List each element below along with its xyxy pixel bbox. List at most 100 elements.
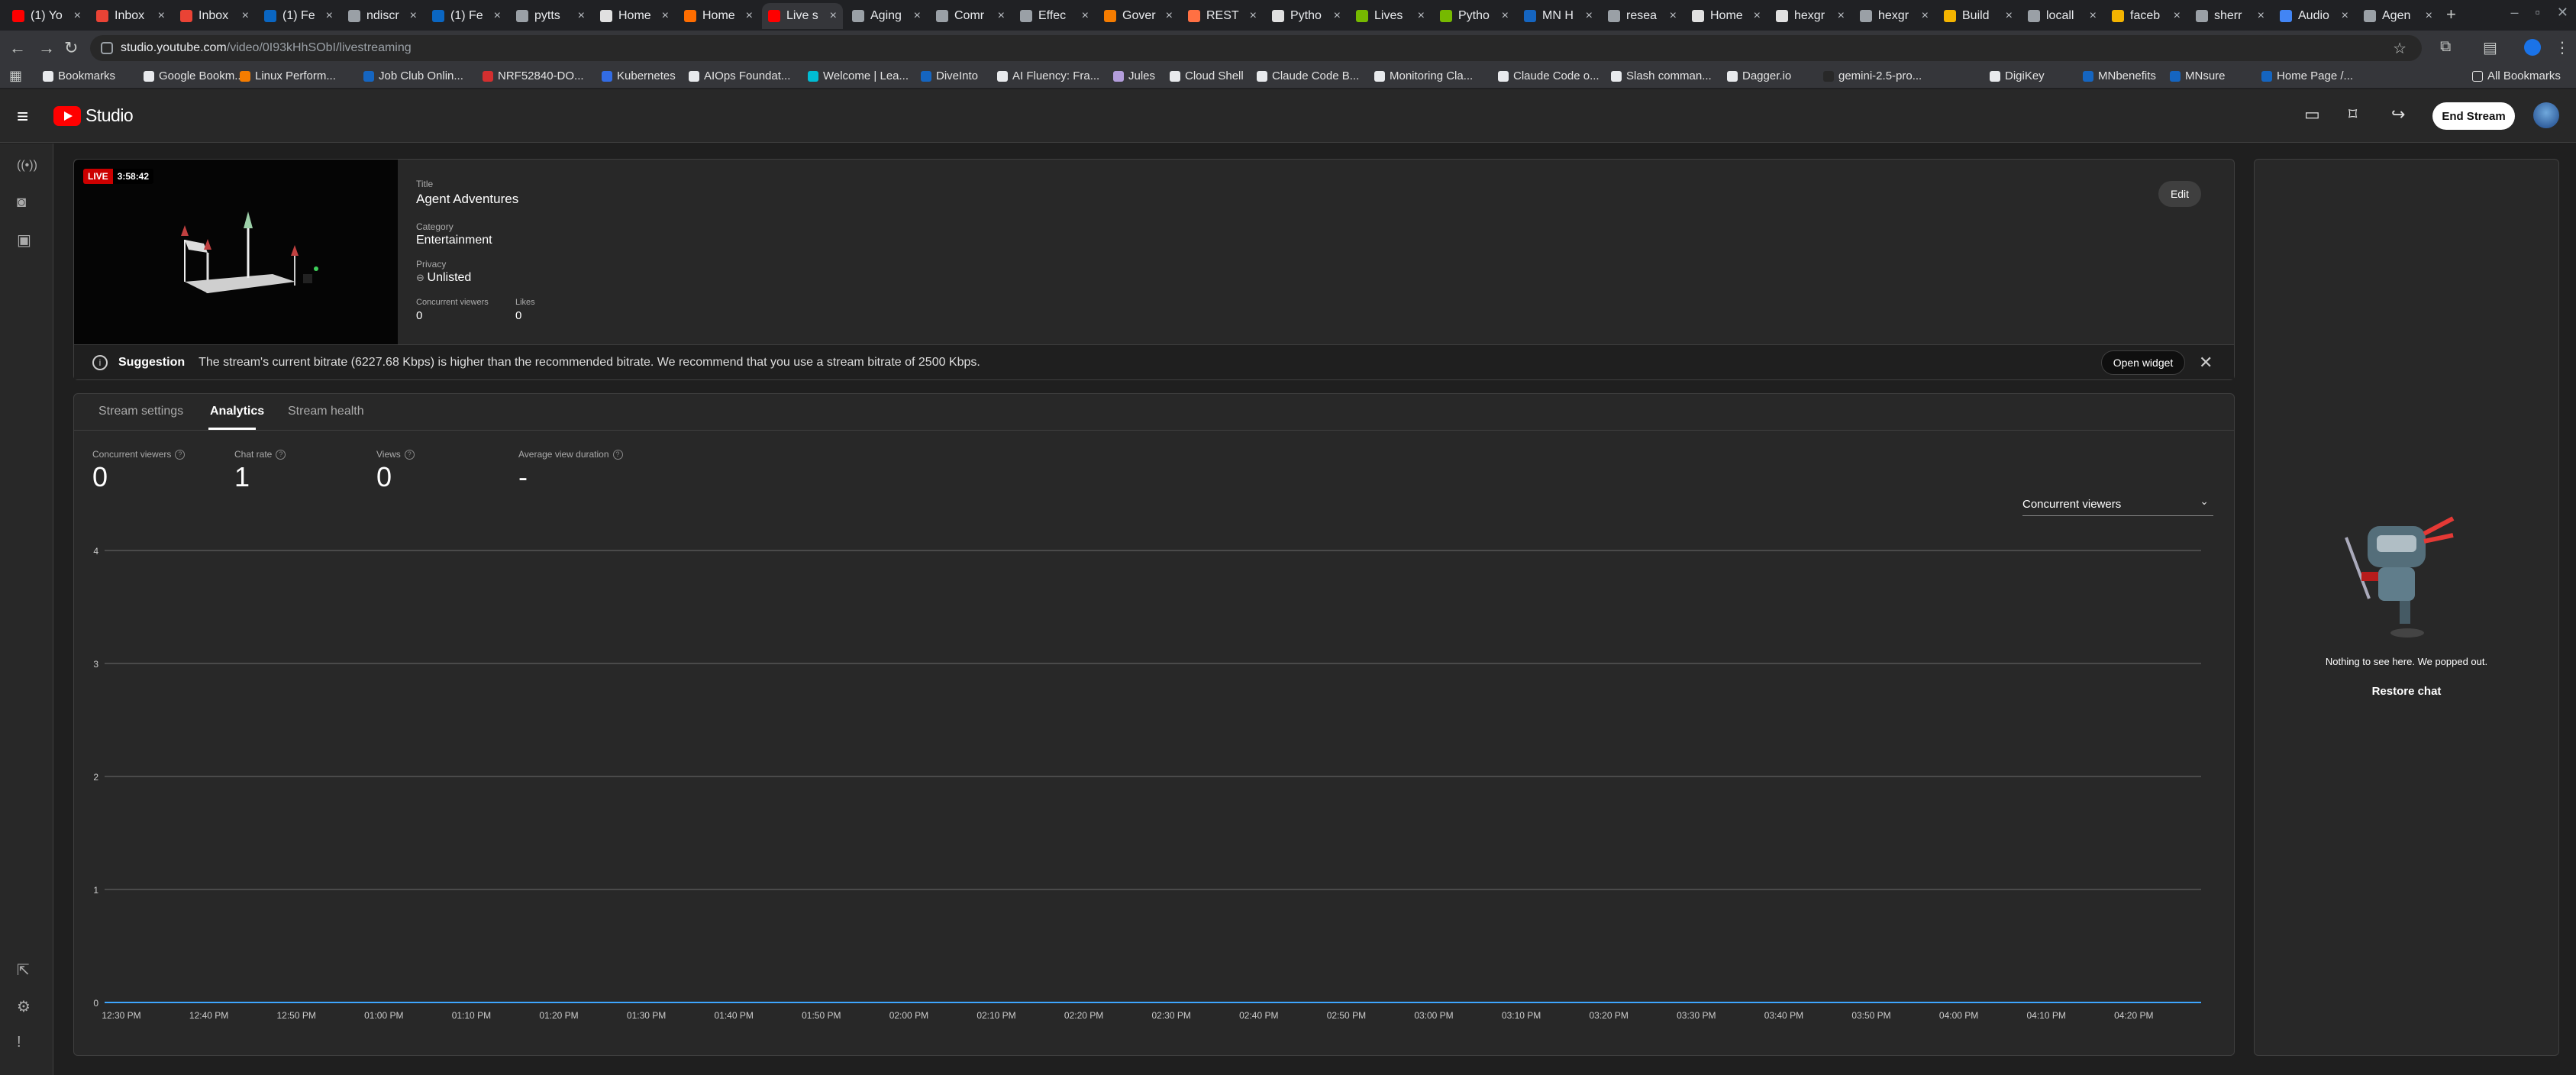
- bookmark-item[interactable]: Job Club Onlin...: [363, 69, 463, 82]
- address-bar[interactable]: studio.youtube.com/video/0I93kHhSObI/liv…: [90, 35, 2422, 61]
- close-icon[interactable]: ✕: [2199, 353, 2213, 373]
- browser-tab[interactable]: Inbox ×: [174, 3, 255, 29]
- tab-close-icon[interactable]: ×: [1754, 9, 1761, 23]
- browser-tab[interactable]: Lives ×: [1350, 3, 1431, 29]
- clapperboard-icon[interactable]: ▭: [2304, 105, 2320, 124]
- share-icon[interactable]: ↪: [2391, 105, 2405, 124]
- browser-tab[interactable]: Aging ×: [846, 3, 927, 29]
- sidepanel-icon[interactable]: ▤: [2483, 38, 2497, 57]
- camera-icon[interactable]: ◙: [17, 194, 26, 211]
- reload-icon[interactable]: ↻: [64, 38, 78, 58]
- browser-tab[interactable]: Live s ×: [762, 3, 843, 29]
- bookmark-item[interactable]: AI Fluency: Fra...: [997, 69, 1099, 82]
- browser-tab[interactable]: hexgr ×: [1770, 3, 1851, 29]
- bookmark-item[interactable]: Slash comman...: [1611, 69, 1712, 82]
- avatar[interactable]: [2533, 102, 2559, 128]
- tab-close-icon[interactable]: ×: [410, 9, 417, 23]
- forward-arrow-icon[interactable]: →: [38, 38, 55, 58]
- bookmark-item[interactable]: Jules: [1113, 69, 1155, 82]
- feedback-icon[interactable]: !: [17, 1034, 21, 1051]
- bookmark-item[interactable]: Linux Perform...: [240, 69, 336, 82]
- tab-close-icon[interactable]: ×: [662, 9, 669, 23]
- bookmark-item[interactable]: Claude Code o...: [1498, 69, 1600, 82]
- bookmark-item[interactable]: Bookmarks: [43, 69, 115, 82]
- browser-tab[interactable]: Home ×: [594, 3, 675, 29]
- bookmark-item[interactable]: Monitoring Cla...: [1374, 69, 1473, 82]
- bookmark-item[interactable]: Welcome | Lea...: [808, 69, 909, 82]
- browser-tab[interactable]: locall ×: [2022, 3, 2103, 29]
- calendar-icon[interactable]: ▣: [17, 231, 31, 250]
- external-link-icon[interactable]: ⇱: [17, 960, 30, 980]
- bookmark-item[interactable]: Google Bookm...: [144, 69, 244, 82]
- back-arrow-icon[interactable]: ←: [9, 38, 26, 58]
- bookmark-item[interactable]: Cloud Shell: [1170, 69, 1244, 82]
- tab-close-icon[interactable]: ×: [830, 9, 837, 23]
- bookmark-item[interactable]: DigiKey: [1990, 69, 2045, 82]
- bookmark-item[interactable]: DiveInto: [921, 69, 978, 82]
- bookmark-item[interactable]: Dagger.io: [1727, 69, 1791, 82]
- browser-tab[interactable]: REST ×: [1182, 3, 1263, 29]
- browser-tab[interactable]: Gover ×: [1098, 3, 1179, 29]
- tab-close-icon[interactable]: ×: [2090, 9, 2097, 23]
- tab-close-icon[interactable]: ×: [494, 9, 501, 23]
- bookmark-icon[interactable]: ⌑: [2348, 105, 2357, 124]
- apps-grid-icon[interactable]: ▦: [9, 68, 22, 84]
- tab-close-icon[interactable]: ×: [242, 9, 249, 23]
- browser-tab[interactable]: Agen ×: [2358, 3, 2439, 29]
- browser-tab[interactable]: faceb ×: [2106, 3, 2187, 29]
- tab-close-icon[interactable]: ×: [998, 9, 1005, 23]
- menu-dots-icon[interactable]: ⋮: [2555, 38, 2570, 57]
- tab-close-icon[interactable]: ×: [2258, 9, 2264, 23]
- tab-close-icon[interactable]: ×: [74, 9, 81, 23]
- tab-close-icon[interactable]: ×: [1670, 9, 1677, 23]
- browser-tab[interactable]: resea ×: [1602, 3, 1683, 29]
- youtube-studio-logo[interactable]: Studio: [53, 105, 134, 126]
- tab-close-icon[interactable]: ×: [2006, 9, 2013, 23]
- tab-close-icon[interactable]: ×: [1586, 9, 1593, 23]
- bookmark-item[interactable]: Claude Code B...: [1257, 69, 1359, 82]
- browser-tab[interactable]: hexgr ×: [1854, 3, 1935, 29]
- tab-close-icon[interactable]: ×: [1838, 9, 1845, 23]
- tab-close-icon[interactable]: ×: [746, 9, 753, 23]
- tab-close-icon[interactable]: ×: [914, 9, 921, 23]
- browser-tab[interactable]: Pytho ×: [1434, 3, 1515, 29]
- bookmark-item[interactable]: gemini-2.5-pro...: [1823, 69, 1922, 82]
- browser-tab[interactable]: Effec ×: [1014, 3, 1095, 29]
- tab-close-icon[interactable]: ×: [2342, 9, 2348, 23]
- browser-tab[interactable]: Inbox ×: [90, 3, 171, 29]
- tab-close-icon[interactable]: ×: [2426, 9, 2432, 23]
- tab-close-icon[interactable]: ×: [326, 9, 333, 23]
- stream-preview[interactable]: LIVE 3:58:42: [74, 160, 398, 344]
- browser-tab[interactable]: (1) Yo ×: [6, 3, 87, 29]
- browser-tab[interactable]: Build ×: [1938, 3, 2019, 29]
- tab-close-icon[interactable]: ×: [1082, 9, 1089, 23]
- tab-close-icon[interactable]: ×: [158, 9, 165, 23]
- hamburger-menu-icon[interactable]: ≡: [17, 105, 28, 128]
- settings-gear-icon[interactable]: ⚙: [17, 997, 31, 1016]
- tab-close-icon[interactable]: ×: [1418, 9, 1425, 23]
- tab-close-icon[interactable]: ×: [578, 9, 585, 23]
- profile-icon[interactable]: [2524, 39, 2541, 56]
- browser-tab[interactable]: Audio ×: [2274, 3, 2355, 29]
- end-stream-button[interactable]: End Stream: [2432, 102, 2515, 130]
- tab-close-icon[interactable]: ×: [2174, 9, 2181, 23]
- browser-tab[interactable]: pytts ×: [510, 3, 591, 29]
- bookmark-item[interactable]: MNbenefits: [2083, 69, 2156, 82]
- restore-chat-button[interactable]: Restore chat: [2255, 685, 2558, 698]
- browser-tab[interactable]: Home ×: [678, 3, 759, 29]
- tab-close-icon[interactable]: ×: [1250, 9, 1257, 23]
- bookmark-item[interactable]: Kubernetes: [602, 69, 676, 82]
- minimize-icon[interactable]: –: [2511, 5, 2519, 21]
- live-broadcast-icon[interactable]: ((•)): [17, 159, 37, 173]
- bookmark-item[interactable]: MNsure: [2170, 69, 2226, 82]
- tab-close-icon[interactable]: ×: [1166, 9, 1173, 23]
- maximize-icon[interactable]: ▫: [2536, 5, 2540, 21]
- tab-close-icon[interactable]: ×: [1502, 9, 1509, 23]
- tab-close-icon[interactable]: ×: [1922, 9, 1929, 23]
- close-window-icon[interactable]: ✕: [2557, 5, 2568, 21]
- extensions-icon[interactable]: ⧉: [2440, 38, 2451, 56]
- browser-tab[interactable]: ndiscr ×: [342, 3, 423, 29]
- browser-tab[interactable]: (1) Fe ×: [258, 3, 339, 29]
- browser-tab[interactable]: Home ×: [1686, 3, 1767, 29]
- browser-tab[interactable]: sherr ×: [2190, 3, 2271, 29]
